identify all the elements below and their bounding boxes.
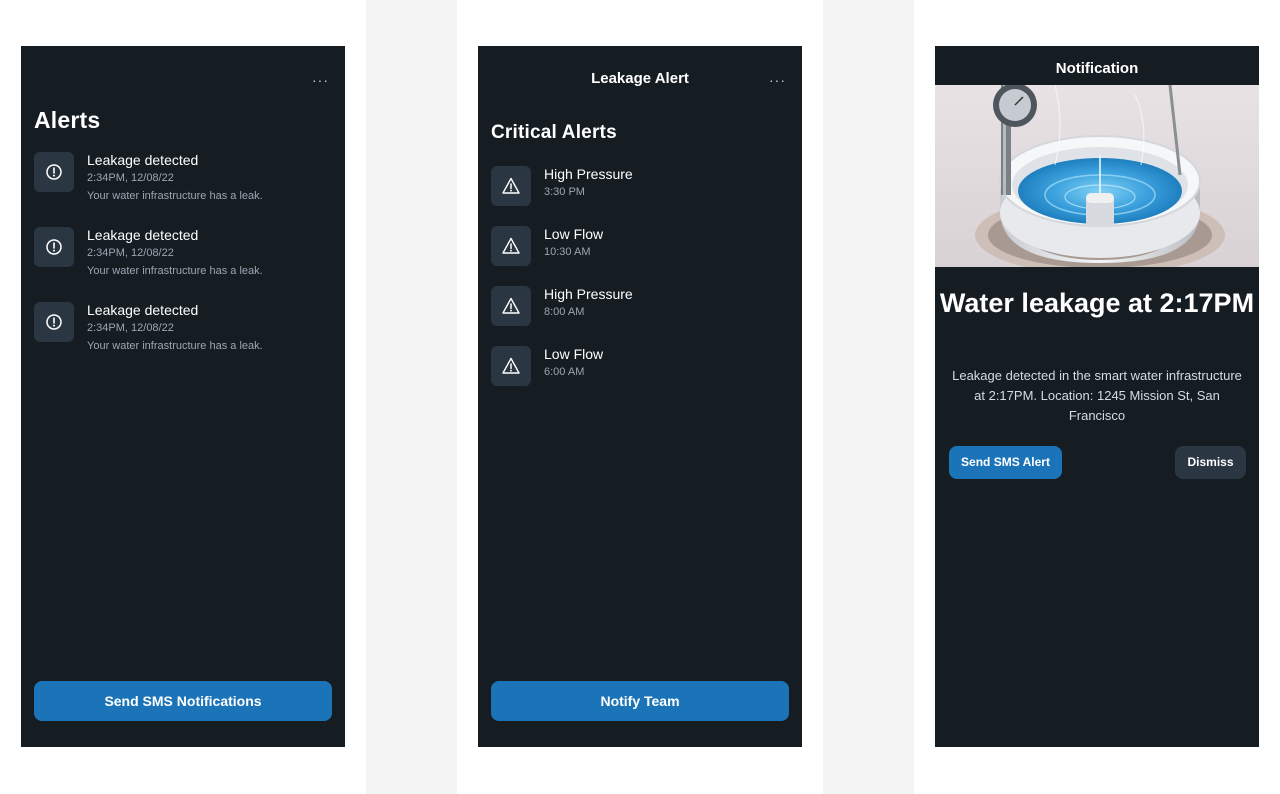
item-time: 2:34PM, 12/08/22 bbox=[87, 247, 174, 259]
item-title: Leakage detected bbox=[87, 302, 199, 318]
more-options-icon[interactable]: ··· bbox=[312, 70, 329, 90]
alert-circle-icon bbox=[34, 227, 74, 267]
item-title: High Pressure bbox=[544, 166, 633, 182]
item-title: High Pressure bbox=[544, 286, 633, 302]
item-description: Your water infrastructure has a leak. bbox=[87, 265, 263, 277]
send-sms-notifications-button[interactable]: Send SMS Notifications bbox=[34, 681, 332, 721]
item-title: Low Flow bbox=[544, 346, 604, 362]
list-item[interactable]: Low Flow 6:00 AM bbox=[491, 346, 792, 406]
list-item[interactable]: High Pressure 8:00 AM bbox=[491, 286, 792, 346]
item-title: Leakage detected bbox=[87, 227, 199, 243]
notify-team-button[interactable]: Notify Team bbox=[491, 681, 789, 721]
item-time: 2:34PM, 12/08/22 bbox=[87, 322, 174, 334]
list-item[interactable]: High Pressure 3:30 PM bbox=[491, 166, 792, 226]
warning-triangle-icon bbox=[491, 286, 531, 326]
alert-circle-icon bbox=[34, 152, 74, 192]
item-time: 2:34PM, 12/08/22 bbox=[87, 172, 174, 184]
warning-triangle-icon bbox=[491, 346, 531, 386]
item-time: 10:30 AM bbox=[544, 246, 591, 258]
alert-circle-icon bbox=[34, 302, 74, 342]
list-item[interactable]: Leakage detected 2:34PM, 12/08/22 Your w… bbox=[34, 227, 335, 287]
item-title: Low Flow bbox=[544, 226, 604, 242]
item-time: 6:00 AM bbox=[544, 366, 585, 378]
dismiss-button[interactable]: Dismiss bbox=[1175, 446, 1246, 479]
screen-title: Leakage Alert bbox=[591, 70, 689, 87]
leakage-alert-screen: Leakage Alert ··· Critical Alerts High P… bbox=[478, 46, 802, 747]
notification-heading: Water leakage at 2:17PM bbox=[939, 288, 1255, 318]
warning-triangle-icon bbox=[491, 166, 531, 206]
separator-strip bbox=[823, 0, 914, 794]
list-item[interactable]: Leakage detected 2:34PM, 12/08/22 Your w… bbox=[34, 302, 335, 362]
screen-title: Notification bbox=[1055, 60, 1139, 77]
list-item[interactable]: Low Flow 10:30 AM bbox=[491, 226, 792, 286]
separator-strip bbox=[366, 0, 457, 794]
notification-message: Leakage detected in the smart water infr… bbox=[952, 368, 1242, 423]
send-sms-alert-button[interactable]: Send SMS Alert bbox=[949, 446, 1062, 479]
item-time: 3:30 PM bbox=[544, 186, 585, 198]
list-item[interactable]: Leakage detected 2:34PM, 12/08/22 Your w… bbox=[34, 152, 335, 212]
alerts-screen: ··· Alerts Leakage detected 2:34PM, 12/0… bbox=[21, 46, 345, 747]
more-options-icon[interactable]: ··· bbox=[769, 70, 786, 90]
notification-screen: Notification Water leakage at 2:17PM Lea… bbox=[935, 46, 1259, 747]
item-description: Your water infrastructure has a leak. bbox=[87, 190, 263, 202]
page-title: Alerts bbox=[34, 107, 101, 133]
item-description: Your water infrastructure has a leak. bbox=[87, 340, 263, 352]
warning-triangle-icon bbox=[491, 226, 531, 266]
water-tank-illustration bbox=[935, 85, 1259, 267]
item-title: Leakage detected bbox=[87, 152, 199, 168]
item-time: 8:00 AM bbox=[544, 306, 585, 318]
section-heading: Critical Alerts bbox=[491, 122, 617, 143]
